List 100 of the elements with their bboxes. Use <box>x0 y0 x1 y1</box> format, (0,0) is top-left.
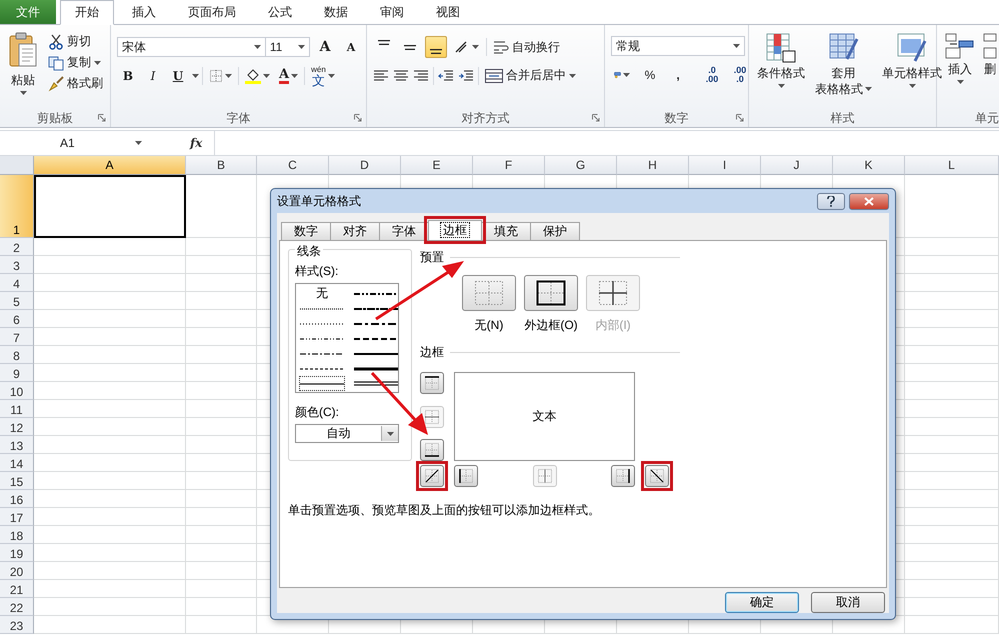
sheet-cell[interactable] <box>905 598 999 616</box>
sheet-cell[interactable] <box>34 292 186 310</box>
border-toggle-button[interactable] <box>611 465 635 487</box>
sheet-cell[interactable] <box>905 526 999 544</box>
sheet-cell[interactable] <box>34 274 186 292</box>
sheet-cell[interactable] <box>905 292 999 310</box>
sheet-cell[interactable] <box>186 562 257 580</box>
sheet-cell[interactable] <box>905 508 999 526</box>
sheet-cell[interactable] <box>186 382 257 400</box>
sheet-cell[interactable] <box>905 580 999 598</box>
dialog-launcher-icon[interactable] <box>592 114 600 122</box>
sheet-cell[interactable] <box>905 256 999 274</box>
align-center-icon[interactable] <box>393 68 409 82</box>
vertical-align-button[interactable] <box>425 36 447 58</box>
sheet-cell[interactable] <box>186 364 257 382</box>
sheet-cell[interactable] <box>186 175 257 238</box>
increase-decimal-button[interactable]: .0 .00 <box>701 64 723 86</box>
sheet-cell[interactable] <box>34 256 186 274</box>
dialog-tab[interactable]: 对齐 <box>330 222 380 240</box>
decrease-decimal-button[interactable]: .00 .0 <box>729 64 751 86</box>
merge-center-button[interactable]: 合并后居中 <box>483 66 578 85</box>
row-header[interactable]: 19 <box>0 544 34 562</box>
sheet-cell[interactable] <box>905 274 999 292</box>
sheet-cell[interactable] <box>186 310 257 328</box>
dialog-tab[interactable]: 填充 <box>481 222 531 240</box>
column-header[interactable]: H <box>617 156 689 175</box>
sheet-cell[interactable] <box>34 508 186 526</box>
shrink-font-button[interactable]: A <box>340 36 362 58</box>
copy-button[interactable]: 复制 <box>46 53 105 72</box>
sheet-cell[interactable] <box>34 616 186 634</box>
sheet-cell[interactable] <box>34 472 186 490</box>
dialog-launcher-icon[interactable] <box>98 114 106 122</box>
column-header[interactable]: D <box>329 156 401 175</box>
border-preview[interactable]: 文本 <box>454 372 635 461</box>
sheet-cell[interactable] <box>34 454 186 472</box>
row-header[interactable]: 2 <box>0 238 34 256</box>
increase-indent-icon[interactable] <box>458 68 474 82</box>
sheet-cell[interactable] <box>186 598 257 616</box>
font-color-button[interactable]: A <box>276 65 302 87</box>
row-header[interactable]: 23 <box>0 616 34 634</box>
format-painter-button[interactable]: 格式刷 <box>46 74 105 93</box>
font-size-field[interactable]: 11 <box>264 37 310 57</box>
dialog-tab[interactable]: 保护 <box>530 222 580 240</box>
column-header[interactable]: G <box>545 156 617 175</box>
ribbon-tab[interactable]: 开始 <box>60 0 114 25</box>
sheet-cell[interactable] <box>905 238 999 256</box>
sheet-cell[interactable] <box>34 580 186 598</box>
name-box[interactable]: A1 <box>0 136 150 150</box>
paste-button[interactable]: 粘贴 <box>4 30 42 109</box>
sheet-cell[interactable] <box>905 400 999 418</box>
font-name-field[interactable]: 宋体 <box>117 37 266 57</box>
sheet-cell[interactable] <box>34 238 186 256</box>
sheet-cell[interactable] <box>905 382 999 400</box>
cut-button[interactable]: 剪切 <box>46 32 105 51</box>
sheet-cell[interactable] <box>186 544 257 562</box>
row-header[interactable]: 11 <box>0 400 34 418</box>
dialog-button[interactable]: 确定 <box>725 592 799 613</box>
row-header[interactable]: 16 <box>0 490 34 508</box>
sheet-cell[interactable] <box>905 436 999 454</box>
sheet-cell[interactable] <box>34 400 186 418</box>
row-header[interactable]: 22 <box>0 598 34 616</box>
row-header[interactable]: 6 <box>0 310 34 328</box>
column-header[interactable]: K <box>833 156 905 175</box>
row-header[interactable]: 4 <box>0 274 34 292</box>
row-header[interactable]: 14 <box>0 454 34 472</box>
row-header[interactable]: 17 <box>0 508 34 526</box>
column-header[interactable]: J <box>761 156 833 175</box>
row-header[interactable]: 7 <box>0 328 34 346</box>
sheet-cell[interactable] <box>905 544 999 562</box>
dialog-launcher-icon[interactable] <box>736 114 744 122</box>
column-header[interactable]: I <box>689 156 761 175</box>
insert-function-button[interactable]: fx <box>150 136 214 150</box>
conditional-format-button[interactable]: 条件格式 <box>753 31 809 109</box>
sheet-cell[interactable] <box>905 418 999 436</box>
sheet-cell[interactable] <box>186 526 257 544</box>
sheet-cell[interactable] <box>905 490 999 508</box>
underline-button[interactable]: U <box>167 65 189 87</box>
delete-cells-button[interactable]: 删 <box>979 31 997 109</box>
comma-button[interactable]: , <box>667 64 689 86</box>
dialog-launcher-icon[interactable] <box>354 114 362 122</box>
color-dropdown[interactable]: 自动 <box>295 424 399 443</box>
sheet-cell[interactable] <box>186 238 257 256</box>
format-as-table-button[interactable]: 套用 表格格式 <box>811 31 876 109</box>
row-header[interactable]: 8 <box>0 346 34 364</box>
sheet-cell[interactable] <box>905 562 999 580</box>
sheet-cell[interactable] <box>186 346 257 364</box>
ribbon-tab[interactable]: 公式 <box>254 0 306 24</box>
active-cell[interactable] <box>34 175 186 238</box>
row-header[interactable]: 15 <box>0 472 34 490</box>
column-header[interactable]: F <box>473 156 545 175</box>
sheet-cell[interactable] <box>186 400 257 418</box>
dialog-tab[interactable]: 数字 <box>281 222 331 240</box>
sheet-cell[interactable] <box>186 418 257 436</box>
column-header[interactable]: L <box>905 156 999 175</box>
sheet-cell[interactable] <box>34 544 186 562</box>
sheet-cell[interactable] <box>186 508 257 526</box>
sheet-cell[interactable] <box>905 364 999 382</box>
bold-button[interactable]: B <box>117 65 139 87</box>
row-header[interactable]: 3 <box>0 256 34 274</box>
sheet-cell[interactable] <box>905 328 999 346</box>
